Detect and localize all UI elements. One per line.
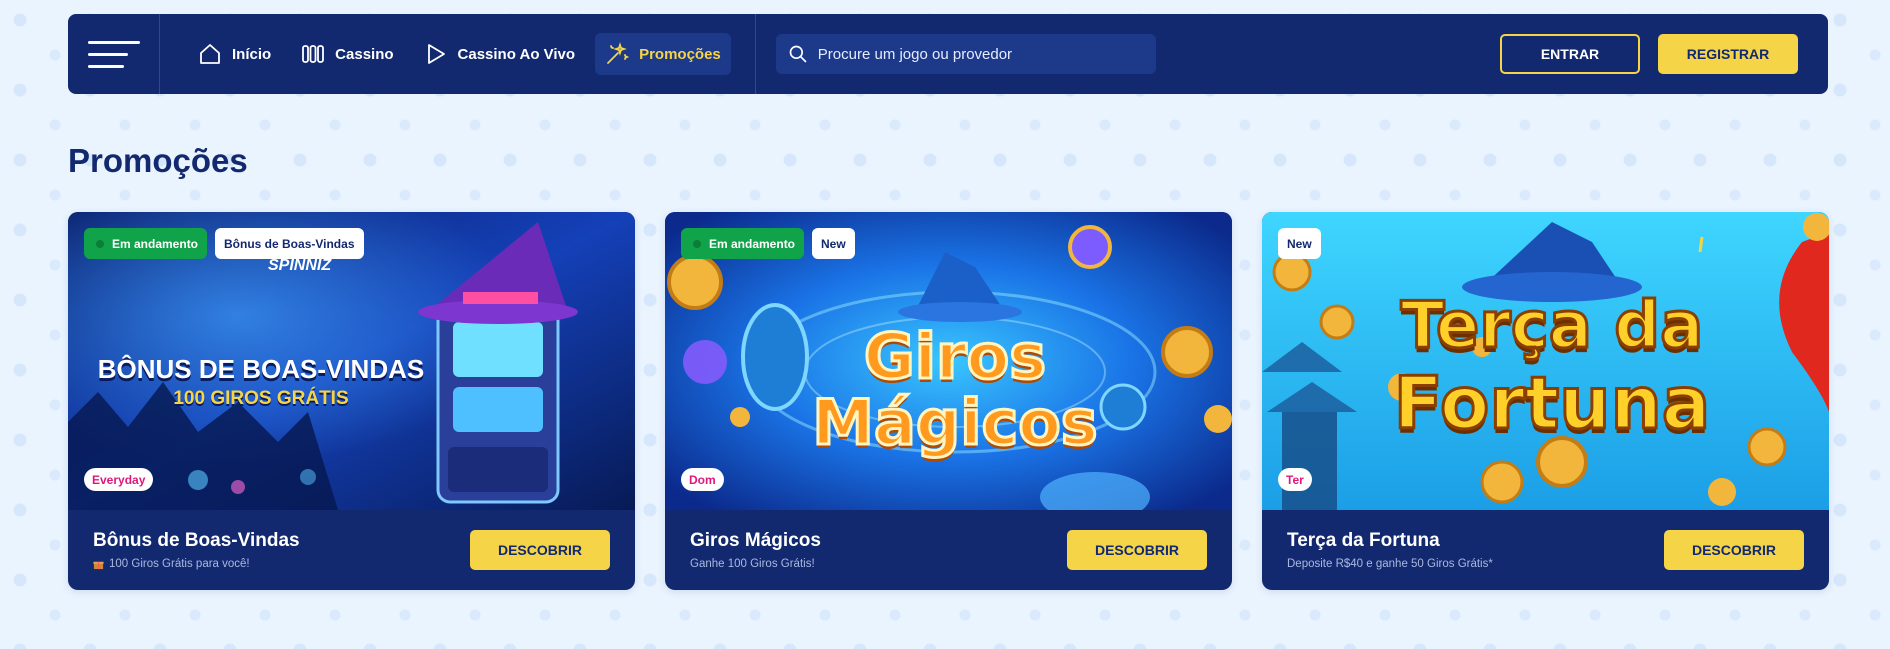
- card-subtitle: Deposite R$40 e ganhe 50 Giros Grátis*: [1287, 558, 1493, 570]
- card-footer: Bônus de Boas-Vindas 100 Giros Grátis pa…: [68, 510, 635, 590]
- nav-item-label: Cassino: [335, 45, 394, 63]
- image-heading-line-2: Fortuna: [1392, 361, 1712, 446]
- nav-item-label: Início: [232, 45, 272, 63]
- day-badge: Everyday: [84, 468, 154, 491]
- home-icon: [200, 44, 220, 64]
- card-title: Giros Mágicos: [690, 530, 821, 551]
- status-badge: Em andamento: [84, 228, 208, 259]
- register-button[interactable]: REGISTRAR: [1658, 34, 1798, 74]
- card-title: Bônus de Boas-Vindas: [93, 530, 300, 551]
- search-bar[interactable]: [775, 34, 1156, 74]
- image-heading-line-2: 100 GIROS GRÁTIS: [173, 388, 349, 409]
- magic-wand-icon: [607, 42, 630, 64]
- page-title: Promoções: [68, 142, 248, 179]
- image-heading-line-1: BÔNUS DE BOAS-VINDAS: [97, 354, 425, 384]
- menu-icon[interactable]: [68, 14, 160, 94]
- gift-icon: [93, 561, 104, 569]
- nav-item-label: Cassino Ao Vivo: [457, 45, 576, 63]
- slots-icon: [302, 45, 325, 63]
- new-badge: New: [1278, 228, 1321, 259]
- new-badge: New: [812, 228, 855, 259]
- discover-button[interactable]: DESCOBRIR: [1067, 530, 1207, 570]
- card-subtitle: 100 Giros Grátis para você!: [93, 558, 470, 570]
- nav-item-inicio[interactable]: Início: [188, 33, 281, 75]
- brand-logo: SPINNIZ: [268, 257, 332, 274]
- top-navbar: Início Cassino Cassino Ao Vivo Promoções…: [68, 14, 1828, 94]
- promo-card-terca-da-fortuna[interactable]: Terça da Fortuna New Ter Terça da Fortun…: [1262, 212, 1829, 590]
- promo-card-giros-magicos[interactable]: Giros Mágicos Em andamento New Dom Giros…: [665, 212, 1232, 590]
- card-footer: Giros Mágicos Ganhe 100 Giros Grátis! DE…: [665, 510, 1232, 590]
- promo-image-heading: Giros Mágicos: [795, 320, 1115, 459]
- search-icon: [789, 45, 807, 63]
- search-input[interactable]: [817, 45, 1138, 63]
- nav-item-cassino-ao-vivo[interactable]: Cassino Ao Vivo: [414, 33, 586, 75]
- badge-group: New: [1278, 228, 1321, 259]
- day-badge: Dom: [681, 468, 724, 491]
- card-footer: Terça da Fortuna Deposite R$40 e ganhe 5…: [1262, 510, 1829, 590]
- day-badge: Ter: [1278, 468, 1312, 491]
- badge-group: Em andamento New: [681, 228, 855, 259]
- card-title: Terça da Fortuna: [1287, 530, 1440, 551]
- nav-item-promocoes[interactable]: Promoções: [595, 33, 731, 75]
- nav-item-label: Promoções: [639, 45, 721, 63]
- promo-image-heading: BÔNUS DE BOAS-VINDAS 100 GIROS GRÁTIS: [76, 354, 446, 410]
- status-badge: Em andamento: [681, 228, 805, 259]
- category-badge: Bônus de Boas-Vindas: [215, 228, 364, 259]
- promo-card-welcome-bonus[interactable]: SPINNIZ BÔNUS DE BOAS-VINDAS 100 GIROS G…: [68, 212, 635, 590]
- badge-group: Em andamento Bônus de Boas-Vindas: [84, 228, 364, 259]
- promotions-list: SPINNIZ BÔNUS DE BOAS-VINDAS 100 GIROS G…: [68, 212, 1829, 590]
- auth-buttons: ENTRAR REGISTRAR: [1500, 34, 1828, 74]
- main-nav: Início Cassino Cassino Ao Vivo Promoções: [160, 14, 756, 94]
- discover-button[interactable]: DESCOBRIR: [470, 530, 610, 570]
- promo-image-heading: Terça da Fortuna: [1332, 289, 1772, 446]
- nav-item-cassino[interactable]: Cassino: [291, 33, 403, 75]
- card-subtitle: Ganhe 100 Giros Grátis!: [690, 558, 815, 570]
- image-heading-line-1: Giros: [862, 320, 1047, 393]
- login-button[interactable]: ENTRAR: [1500, 34, 1640, 74]
- image-heading-line-1: Terça da: [1399, 289, 1705, 364]
- play-icon: [427, 44, 445, 64]
- discover-button[interactable]: DESCOBRIR: [1664, 530, 1804, 570]
- image-heading-line-2: Mágicos: [811, 386, 1099, 459]
